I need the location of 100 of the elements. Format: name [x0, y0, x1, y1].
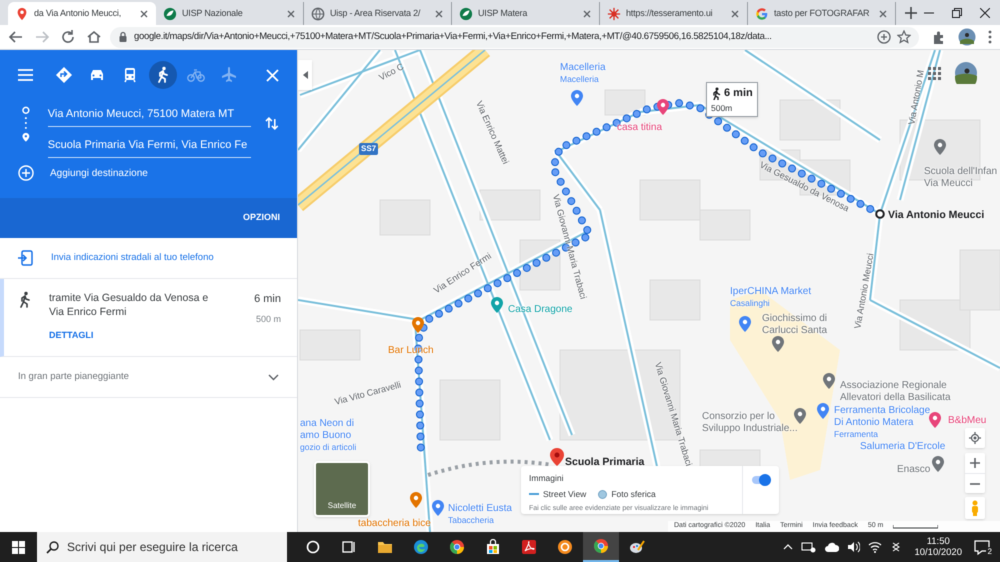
plus-icon [970, 458, 980, 468]
restore-icon[interactable] [952, 8, 962, 18]
route-distance: 500 m [256, 312, 281, 326]
dot-swatch-icon [598, 490, 608, 499]
map-pin-icon [15, 6, 29, 20]
map-pin-icon[interactable] [571, 90, 583, 106]
imagery-toggle[interactable] [752, 476, 770, 484]
folder-icon [377, 539, 393, 555]
place-label[interactable]: Enasco [897, 464, 930, 476]
plus-icon[interactable] [904, 6, 918, 20]
star-icon[interactable] [897, 30, 911, 44]
leaf-logo-icon [163, 6, 177, 20]
place-label[interactable]: tabaccheria bice [358, 518, 431, 530]
place-label[interactable]: casa titina [617, 122, 662, 134]
map-pin-icon[interactable] [817, 403, 829, 419]
map-pin-icon[interactable] [657, 99, 669, 115]
cloud-icon[interactable] [824, 541, 840, 553]
collapse-panel-button[interactable] [298, 60, 312, 90]
elevation-text: In gran parte pianeggiante [18, 370, 129, 384]
place-label[interactable]: Salumeria D'Ercole [860, 441, 946, 453]
caret-left-icon [302, 71, 308, 79]
satellite-layer-button[interactable]: Satellite [314, 461, 370, 517]
map-pin-icon[interactable] [739, 316, 751, 332]
options-button[interactable]: OPZIONI [242, 211, 280, 225]
map-pin-icon[interactable] [772, 336, 784, 352]
place-label[interactable]: Bar Lunch [388, 345, 434, 357]
street-label: Via Giovanni Maria Trabaci [550, 193, 590, 301]
close-icon[interactable] [980, 8, 990, 18]
windows-start-icon[interactable] [12, 540, 25, 554]
route-distance: 500m [711, 102, 734, 114]
place-label[interactable]: IperCHINA Market Casalinghi [730, 286, 812, 308]
destination-field[interactable]: Scuola Primaria Via Fermi, Via Enrico Fe [48, 131, 252, 158]
map-pin-icon[interactable] [934, 139, 946, 155]
back-arrow-icon[interactable] [8, 29, 24, 45]
add-destination-link[interactable]: Aggiungi destinazione [50, 166, 148, 180]
map-pin-icon[interactable] [432, 500, 444, 516]
wifi-icon[interactable] [868, 541, 882, 553]
place-label[interactable]: ana Neon di amo Buono gozio di articoli [300, 418, 356, 452]
document-logo-icon [521, 539, 537, 555]
street-label: Vico C [376, 60, 406, 84]
place-label[interactable]: Macelleria Macelleria [560, 62, 606, 84]
destination-pin-icon [550, 448, 564, 466]
letter-g-icon [755, 6, 769, 20]
diamond-arrow-icon [55, 66, 73, 84]
send-to-phone-link[interactable]: Invia indicazioni stradali al tuo telefono [51, 250, 214, 266]
map-pin-icon[interactable] [794, 408, 806, 424]
swap-arrows-icon[interactable] [265, 116, 280, 131]
address-bar[interactable]: google.it/maps/dir/Via+Antonio+Meucci,+75100+Matera+MT/Scuola+Primaria+Via+Fermi,+Via+Enrico+Fermi,+Matera,+MT/@40.6759506,16.5825104,18z/data... [110, 26, 919, 48]
chevron-up-icon[interactable] [783, 543, 794, 551]
map-pin-icon[interactable] [410, 492, 422, 508]
avatar-icon[interactable] [955, 62, 977, 84]
more-menu-icon[interactable] [988, 30, 992, 44]
travel-mode-tab[interactable] [149, 61, 177, 89]
airplane-icon [220, 66, 238, 84]
swirl-logo-icon [413, 539, 429, 555]
taskbar-search-field[interactable]: Scrivi qui per eseguire la ricerca [37, 532, 287, 562]
palette-brush-icon [629, 539, 645, 555]
legend-label: Street View [543, 488, 586, 500]
map-pin-icon[interactable] [929, 412, 941, 428]
avatar-icon[interactable] [958, 28, 976, 46]
map-pin-icon[interactable] [823, 373, 835, 389]
map-pin-icon[interactable] [932, 456, 944, 472]
street-label: Via Antonio Meucci [851, 252, 876, 330]
close-icon[interactable] [139, 8, 149, 18]
browser-tab[interactable]: da Via Antonio Meucci, [8, 2, 156, 25]
speaker-icon[interactable] [847, 541, 860, 553]
route-description: tramite Via Gesualdo da Venosa e Via Enrico Fermi [49, 291, 210, 319]
chrome-logo-icon [593, 538, 609, 554]
chrome-logo-icon [449, 539, 465, 555]
home-icon[interactable] [86, 29, 102, 45]
pegman-icon [970, 500, 980, 516]
place-label[interactable]: Ferramenta Bricolage Di Antonio Matera Ferramenta [834, 405, 930, 439]
taskbar-clock[interactable]: 11:50 10/10/2020 [914, 536, 962, 558]
details-link[interactable]: DETTAGLI [49, 329, 214, 342]
line-swatch-icon [529, 492, 539, 496]
origin-field[interactable]: Via Antonio Meucci, 75100 Matera MT [48, 100, 252, 127]
reload-icon[interactable] [60, 29, 76, 45]
place-label[interactable]: Consorzio per lo Sviluppo Industriale... [702, 411, 798, 435]
send-to-phone-icon [18, 250, 33, 266]
add-circle-icon[interactable] [877, 30, 891, 44]
place-label[interactable]: Giochissimo di Carlucci Santa [762, 313, 828, 337]
map-pin-icon[interactable] [412, 317, 424, 333]
street-label: Via Vito Caravelli [333, 378, 403, 409]
crosshair-icon [969, 432, 981, 444]
puzzle-icon[interactable] [931, 30, 946, 44]
menu-icon[interactable] [18, 68, 33, 82]
imagery-title: Immagini [529, 472, 564, 485]
notification-button[interactable]: 2 [970, 537, 994, 557]
place-label[interactable]: Casa Dragone [508, 304, 572, 316]
place-label[interactable]: Associazione Regionale Allevatori della Basilicata [840, 380, 951, 404]
route-duration: 6 min [254, 292, 281, 307]
start-label: Via Antonio Meucci [888, 208, 984, 223]
place-label[interactable]: B&bMeu [948, 415, 986, 427]
route-time: 6 min [724, 86, 753, 101]
apps-grid-icon[interactable] [928, 67, 941, 80]
place-label[interactable]: Nicoletti Eusta Tabaccheria [448, 503, 512, 525]
my-location-button[interactable] [965, 428, 985, 448]
map-pin-icon[interactable] [491, 297, 503, 313]
walking-person-icon [18, 291, 32, 308]
place-label[interactable]: Scuola dell'Infan Via Meucci [924, 166, 998, 190]
